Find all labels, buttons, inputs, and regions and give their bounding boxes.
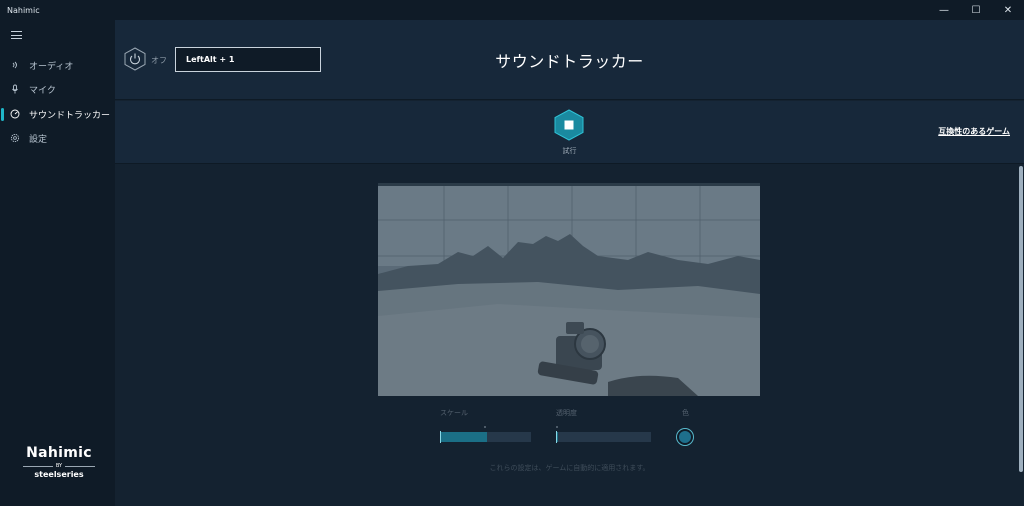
sidebar-item-label: 設定 <box>29 134 48 145</box>
sidebar-item-label: オーディオ <box>29 61 74 72</box>
speaker-icon <box>10 60 20 70</box>
color-swatch <box>679 431 691 443</box>
title-bar: Nahimic — ☐ ✕ <box>0 0 1024 20</box>
brand-logo: Nahimic BY steelseries <box>20 445 98 479</box>
tracker-icon <box>10 109 20 119</box>
hamburger-menu-icon[interactable] <box>11 31 22 39</box>
settings-footnote: これらの設定は、ゲームに自動的に適用されます。 <box>489 464 650 472</box>
scale-label: スケール <box>440 409 468 417</box>
color-picker-button[interactable] <box>676 428 694 446</box>
stop-icon <box>554 109 584 141</box>
sidebar-item-microphone[interactable]: マイク <box>0 79 115 99</box>
test-label: 試行 <box>562 147 577 155</box>
opacity-label: 透明度 <box>556 409 577 417</box>
header: オフ LeftAlt + 1 サウンドトラッカー <box>115 20 1024 100</box>
opacity-slider[interactable] <box>556 426 651 443</box>
sidebar-item-audio[interactable]: オーディオ <box>0 55 115 75</box>
test-button[interactable] <box>554 109 584 141</box>
sidebar-item-label: サウンドトラッカー <box>29 110 111 121</box>
minimize-button[interactable]: — <box>928 0 960 20</box>
gear-icon <box>10 133 20 143</box>
scale-slider[interactable] <box>440 426 531 443</box>
slider-tick <box>556 426 558 428</box>
game-preview-image <box>378 183 760 396</box>
microphone-icon <box>10 84 20 94</box>
sidebar-item-label: マイク <box>29 85 56 96</box>
slider-handle[interactable] <box>440 431 441 443</box>
maximize-button[interactable]: ☐ <box>960 0 992 20</box>
close-button[interactable]: ✕ <box>992 0 1024 20</box>
app-title: Nahimic <box>7 5 40 15</box>
sidebar-item-settings[interactable]: 設定 <box>0 128 115 148</box>
test-section: 試行 互換性のあるゲーム <box>115 101 1024 164</box>
main-content: スケール 透明度 色 これらの設定は、ゲームに自動的に適用されます。 <box>115 165 1024 506</box>
color-label: 色 <box>682 409 689 417</box>
brand-name: Nahimic <box>26 445 92 461</box>
slider-tick <box>484 426 486 428</box>
page-title: サウンドトラッカー <box>495 52 644 71</box>
window-controls: — ☐ ✕ <box>928 0 1024 20</box>
slider-handle[interactable] <box>556 431 557 443</box>
compatible-games-link[interactable]: 互換性のあるゲーム <box>938 126 1010 137</box>
sidebar: オーディオ マイク サウンドトラッカー 設定 Nahimic BY steels… <box>0 20 115 506</box>
active-indicator <box>1 108 4 121</box>
sidebar-item-sound-tracker[interactable]: サウンドトラッカー <box>0 104 115 124</box>
brand-by: BY <box>20 463 98 469</box>
slider-fill <box>440 432 488 442</box>
brand-maker: steelseries <box>34 470 84 479</box>
scrollbar[interactable] <box>1019 166 1023 472</box>
